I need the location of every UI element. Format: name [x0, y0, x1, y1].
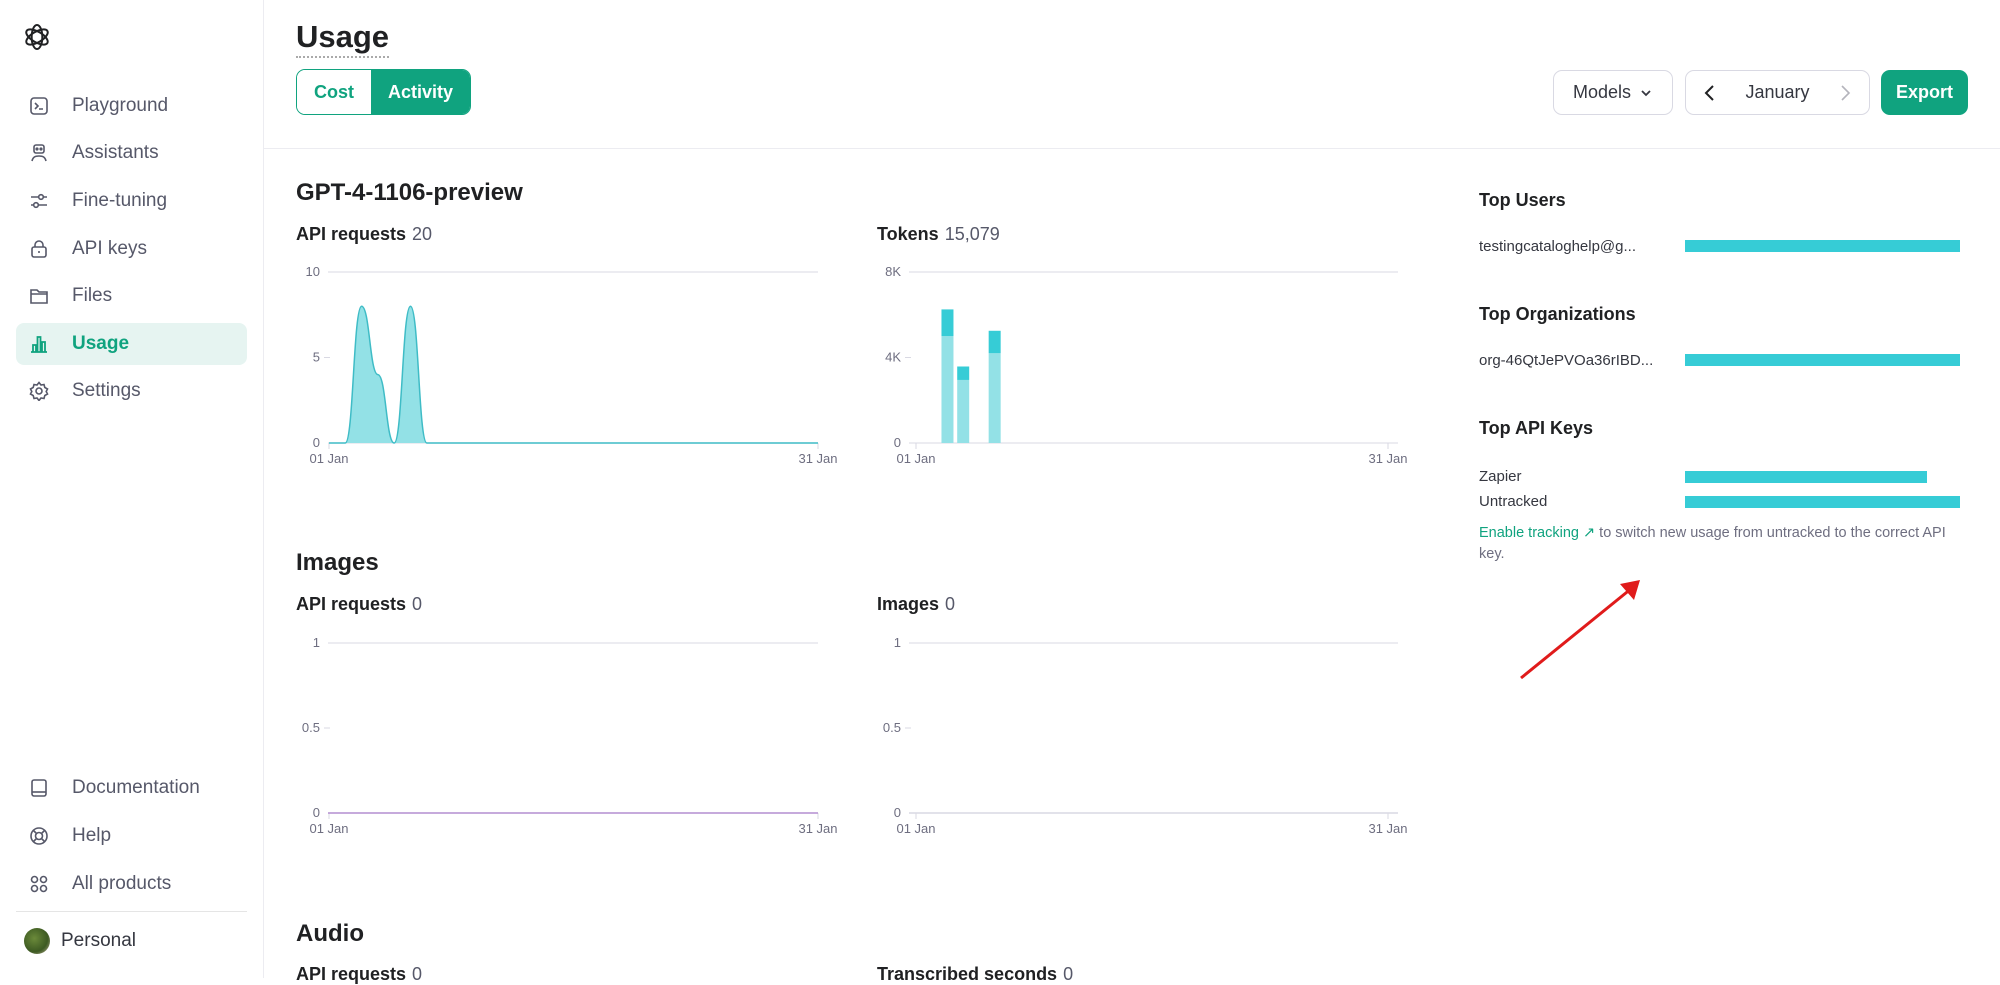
- top-keys-title: Top API Keys: [1479, 418, 1594, 438]
- top-org-name: org-46QtJePVOa36rIBD...: [1479, 352, 1654, 369]
- x-tick-label: 31 Jan: [1368, 451, 1407, 466]
- bar-segment: [957, 379, 970, 443]
- enable-tracking-link[interactable]: Enable tracking ↗: [1479, 525, 1595, 541]
- y-tick-label: 0: [313, 435, 320, 450]
- top-user-bar: [1685, 240, 1960, 252]
- top-org-bar: [1685, 354, 1960, 366]
- bar-segment: [941, 336, 954, 443]
- x-tick-label: 01 Jan: [896, 821, 935, 836]
- y-tick-label: 0: [313, 805, 320, 820]
- y-tick-label: 0: [894, 435, 901, 450]
- x-tick-label: 31 Jan: [1368, 821, 1407, 836]
- y-tick-label: 4K: [885, 350, 901, 365]
- red-annotation-arrow: [1520, 580, 1640, 680]
- x-tick-label: 01 Jan: [309, 821, 348, 836]
- x-tick-label: 01 Jan: [309, 451, 348, 466]
- tracking-note: Enable tracking ↗ to switch new usage fr…: [1479, 523, 1974, 565]
- y-tick-label: 5: [313, 350, 320, 365]
- bar-segment: [957, 366, 970, 380]
- api-key-bar: [1685, 471, 1927, 483]
- external-arrow-icon: ↗: [1582, 525, 1596, 541]
- x-tick-label: 31 Jan: [798, 451, 837, 466]
- charts-layer: 051001 Jan 31 Jan04K8K01 Jan 31 Jan00.5101…: [302, 264, 1408, 836]
- y-tick-label: 0.5: [883, 720, 901, 735]
- bar-segment: [988, 353, 1001, 443]
- bar-segment: [988, 330, 1001, 354]
- y-tick-label: 1: [313, 635, 320, 650]
- y-tick-label: 1: [894, 635, 901, 650]
- y-tick-label: 0.5: [302, 720, 320, 735]
- link-text: Enable tracking: [1479, 525, 1579, 541]
- top-users-title: Top Users: [1479, 190, 1566, 210]
- y-tick-label: 8K: [885, 264, 901, 279]
- top-orgs-title: Top Organizations: [1479, 304, 1636, 324]
- x-tick-label: 31 Jan: [798, 821, 837, 836]
- y-tick-label: 10: [306, 264, 320, 279]
- api-key-name: Zapier: [1479, 468, 1522, 485]
- x-tick-label: 01 Jan: [896, 451, 935, 466]
- top-user-name: testingcataloghelp@g...: [1479, 238, 1636, 255]
- api-key-bar: [1685, 496, 1960, 508]
- bar-segment: [941, 309, 954, 337]
- y-tick-label: 0: [894, 805, 901, 820]
- api-key-name: Untracked: [1479, 493, 1548, 510]
